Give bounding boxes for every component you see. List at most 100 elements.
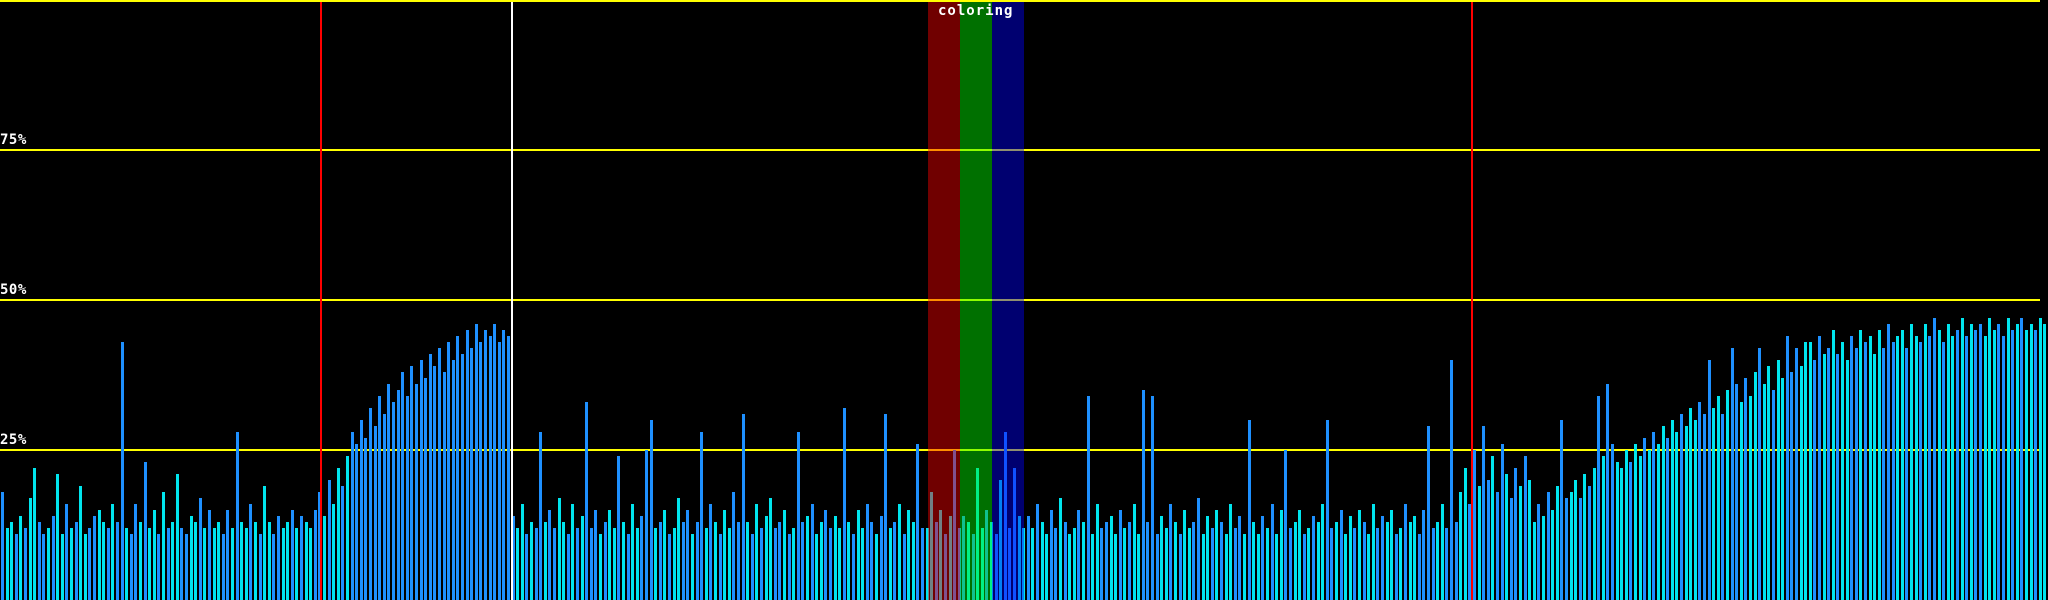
bar — [622, 522, 625, 600]
bar — [383, 414, 386, 600]
bar — [171, 522, 174, 600]
bar — [1832, 330, 1835, 600]
bar — [1813, 360, 1816, 600]
bar — [286, 522, 289, 600]
bar — [1689, 408, 1692, 600]
bar — [1399, 528, 1402, 600]
bar — [1188, 528, 1191, 600]
coloring-band-red — [928, 2, 960, 600]
bar — [121, 342, 124, 600]
bar — [1721, 414, 1724, 600]
bar — [1570, 492, 1573, 600]
bar — [1142, 390, 1145, 600]
bar — [636, 528, 639, 600]
bar — [617, 456, 620, 600]
bar — [1961, 318, 1964, 600]
bar — [880, 516, 883, 600]
bar — [240, 522, 243, 600]
bar — [2030, 324, 2033, 600]
bar — [732, 492, 735, 600]
bar — [1179, 534, 1182, 600]
bar — [893, 522, 896, 600]
bar — [852, 534, 855, 600]
bar — [111, 504, 114, 600]
bar — [498, 342, 501, 600]
bar — [1809, 342, 1812, 600]
bar — [245, 528, 248, 600]
bar — [1892, 342, 1895, 600]
bar — [875, 534, 878, 600]
bar — [1252, 522, 1255, 600]
bar — [1735, 384, 1738, 600]
bar — [484, 330, 487, 600]
bar — [650, 420, 653, 600]
bar — [663, 510, 666, 600]
bar — [208, 510, 211, 600]
bar — [594, 510, 597, 600]
bar — [420, 360, 423, 600]
bar — [1266, 528, 1269, 600]
bar — [1202, 534, 1205, 600]
bar — [1970, 324, 1973, 600]
bar — [824, 510, 827, 600]
bar — [1036, 504, 1039, 600]
bar — [1206, 516, 1209, 600]
bar — [1708, 360, 1711, 600]
bar — [1238, 516, 1241, 600]
bar — [493, 324, 496, 600]
bar — [1514, 468, 1517, 600]
bar — [1979, 324, 1982, 600]
bar — [424, 378, 427, 600]
bar — [1510, 498, 1513, 600]
bar — [627, 534, 630, 600]
bar — [199, 498, 202, 600]
white-marker-line-1 — [511, 0, 513, 600]
bar — [1096, 504, 1099, 600]
bar — [1951, 336, 1954, 600]
bar — [249, 504, 252, 600]
bar — [1174, 522, 1177, 600]
bar — [1602, 456, 1605, 600]
bar — [507, 336, 510, 600]
bar — [737, 522, 740, 600]
bar — [470, 348, 473, 600]
bar — [677, 498, 680, 600]
bar — [194, 522, 197, 600]
bar — [585, 402, 588, 600]
bar — [369, 408, 372, 600]
bar — [1146, 522, 1149, 600]
bar — [1744, 378, 1747, 600]
bar — [190, 516, 193, 600]
bar — [1340, 510, 1343, 600]
bar — [1386, 522, 1389, 600]
bar — [1901, 330, 1904, 600]
bar — [332, 504, 335, 600]
bar — [1183, 510, 1186, 600]
bar — [351, 432, 354, 600]
bar — [433, 366, 436, 600]
bar — [673, 528, 676, 600]
bar — [1657, 444, 1660, 600]
bar — [1524, 456, 1527, 600]
bar — [613, 528, 616, 600]
bar — [1436, 522, 1439, 600]
bar — [222, 534, 225, 600]
bar — [921, 528, 924, 600]
bar — [328, 480, 331, 600]
bar — [180, 528, 183, 600]
bar — [1947, 324, 1950, 600]
bar — [1726, 390, 1729, 600]
bar — [820, 522, 823, 600]
bar — [806, 516, 809, 600]
bar — [15, 534, 18, 600]
bar — [1823, 354, 1826, 600]
bar — [88, 528, 91, 600]
bar — [1694, 420, 1697, 600]
bar — [1229, 504, 1232, 600]
bar — [295, 528, 298, 600]
bar — [548, 510, 551, 600]
bar — [811, 504, 814, 600]
bar — [1565, 498, 1568, 600]
bar — [1818, 336, 1821, 600]
bar — [1800, 366, 1803, 600]
